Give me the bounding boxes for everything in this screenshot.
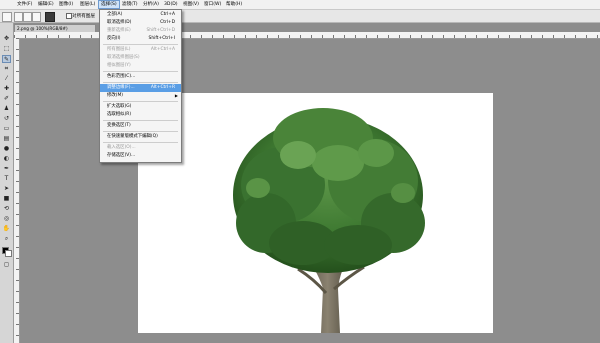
move-icon[interactable]: ✥ bbox=[2, 35, 11, 43]
menu-separator bbox=[103, 101, 178, 102]
menu-item-label: 相似图层(Y) bbox=[107, 63, 131, 68]
menu-item-shortcut: Alt+Ctrl+R bbox=[150, 85, 175, 90]
clone-stamp-icon[interactable]: ♟ bbox=[2, 105, 11, 113]
healing-brush-icon[interactable]: ✚ bbox=[2, 85, 11, 93]
menu-item-reselect[interactable]: 重新选择(E) Shift+Ctrl+D bbox=[100, 27, 181, 35]
document-canvas[interactable] bbox=[138, 93, 493, 333]
path-selection-icon[interactable]: ➤ bbox=[2, 185, 11, 193]
menu-layer[interactable]: 图层(L) bbox=[78, 1, 97, 8]
menu-item-label: 选取相似(R) bbox=[107, 112, 132, 117]
menu-separator bbox=[103, 82, 178, 83]
menu-separator bbox=[103, 142, 178, 143]
menu-item-shortcut: Shift+Ctrl+I bbox=[148, 36, 175, 41]
menu-item-label: 反向(I) bbox=[107, 36, 121, 41]
marquee-icon[interactable]: ⬚ bbox=[2, 45, 11, 53]
menu-item-load-selection[interactable]: 载入选区(O)... bbox=[100, 144, 181, 152]
brush-icon[interactable]: ✐ bbox=[2, 95, 11, 103]
tree-image bbox=[233, 108, 425, 333]
quick-mask-icon[interactable]: ◻ bbox=[2, 261, 11, 269]
menu-image[interactable]: 图像(I) bbox=[57, 1, 75, 8]
menu-item-label: 在快速蒙版模式下编辑(Q) bbox=[107, 134, 158, 139]
menu-item-save-selection[interactable]: 存储选区(V)... bbox=[100, 152, 181, 160]
menu-item-label: 存储选区(V)... bbox=[107, 153, 136, 158]
menu-edit[interactable]: 编辑(E) bbox=[36, 1, 56, 8]
ps-logo-icon bbox=[1, 1, 13, 8]
menu-separator bbox=[103, 44, 178, 45]
3d-orbit-icon[interactable]: ◎ bbox=[2, 215, 11, 223]
menu-item-all[interactable]: 全部(A) Ctrl+A bbox=[100, 11, 181, 19]
menu-item-shortcut: Ctrl+D bbox=[160, 20, 175, 25]
menu-item-all-layers[interactable]: 所有图层(L) Alt+Ctrl+A bbox=[100, 46, 181, 54]
document-tab[interactable]: 2.png @ 100%(RGB/8#) bbox=[14, 24, 96, 32]
gradient-icon[interactable]: ▤ bbox=[2, 135, 11, 143]
menu-3d[interactable]: 3D(D) bbox=[162, 1, 180, 8]
menu-item-label: 变换选区(T) bbox=[107, 123, 131, 128]
blur-icon[interactable]: ● bbox=[2, 145, 11, 153]
menu-item-label: 扩大选取(G) bbox=[107, 104, 132, 109]
select-menu-dropdown: 全部(A) Ctrl+A 取消选择(D) Ctrl+D 重新选择(E) Shift+C… bbox=[99, 9, 182, 163]
menu-item-transform-selection[interactable]: 变换选区(T) bbox=[100, 122, 181, 130]
menu-analysis[interactable]: 分析(A) bbox=[141, 1, 161, 8]
history-brush-icon[interactable]: ↺ bbox=[2, 115, 11, 123]
vertical-ruler[interactable] bbox=[14, 38, 20, 343]
menu-item-deselect-layers[interactable]: 取消选择图层(S) bbox=[100, 54, 181, 62]
background-color-swatch[interactable] bbox=[5, 250, 12, 257]
triangle-right-icon: ▶ bbox=[174, 93, 178, 98]
menu-item-label: 色彩范围(C)... bbox=[107, 74, 136, 79]
menu-item-modify[interactable]: 修改(M) ▶ bbox=[100, 92, 181, 100]
menu-item-shortcut: Alt+Ctrl+A bbox=[150, 47, 175, 52]
shape-icon[interactable]: ■ bbox=[2, 195, 11, 203]
menu-help[interactable]: 帮助(H) bbox=[224, 1, 244, 8]
menu-bar: 文件(F) 编辑(E) 图像(I) 图层(L) 选择(S) 滤镜(T) 分析(A… bbox=[0, 0, 600, 10]
menu-item-label: 重新选择(E) bbox=[107, 28, 131, 33]
menu-filter[interactable]: 滤镜(T) bbox=[120, 1, 140, 8]
hand-icon[interactable]: ✋ bbox=[2, 225, 11, 233]
menu-view[interactable]: 视图(V) bbox=[181, 1, 201, 8]
zoom-icon[interactable]: ⌕ bbox=[2, 235, 11, 243]
quick-selection-icon[interactable]: ✎ bbox=[2, 55, 11, 63]
options-bar: 对所有图层 bbox=[0, 10, 600, 23]
menu-item-deselect[interactable]: 取消选择(D) Ctrl+D bbox=[100, 19, 181, 27]
menu-item-quick-mask[interactable]: 在快速蒙版模式下编辑(Q) bbox=[100, 133, 181, 141]
toolbox: ✥ ⬚ ✎ ⌗ ⁄ ✚ ✐ ♟ ↺ ▭ ▤ ● ◐ ✒ T ➤ ■ ⟲ ◎ ✋ … bbox=[0, 23, 14, 343]
dodge-icon[interactable]: ◐ bbox=[2, 155, 11, 163]
crop-icon[interactable]: ⌗ bbox=[2, 65, 11, 73]
brush-size-picker[interactable] bbox=[45, 12, 55, 22]
add-to-selection-button[interactable] bbox=[23, 12, 32, 22]
eraser-icon[interactable]: ▭ bbox=[2, 125, 11, 133]
menu-item-label: 取消选择图层(S) bbox=[107, 55, 140, 60]
menu-item-refine-edge[interactable]: 调整边缘(F)... Alt+Ctrl+R bbox=[100, 84, 181, 92]
menu-separator bbox=[103, 71, 178, 72]
menu-item-grow[interactable]: 扩大选取(G) bbox=[100, 103, 181, 111]
menu-item-color-range[interactable]: 色彩范围(C)... bbox=[100, 73, 181, 81]
pen-icon[interactable]: ✒ bbox=[2, 165, 11, 173]
3d-rotate-icon[interactable]: ⟲ bbox=[2, 205, 11, 213]
menu-item-shortcut: Shift+Ctrl+D bbox=[146, 28, 175, 33]
menu-item-label: 载入选区(O)... bbox=[107, 145, 136, 150]
menu-separator bbox=[103, 120, 178, 121]
menu-window[interactable]: 窗口(W) bbox=[202, 1, 223, 8]
sample-all-layers-label: 对所有图层 bbox=[72, 14, 95, 19]
menu-item-similar-layers[interactable]: 相似图层(Y) bbox=[100, 62, 181, 70]
menu-separator bbox=[103, 131, 178, 132]
eyedropper-icon[interactable]: ⁄ bbox=[2, 75, 11, 83]
new-selection-button[interactable] bbox=[14, 12, 23, 22]
menu-file[interactable]: 文件(F) bbox=[15, 1, 34, 8]
menu-item-shortcut: Ctrl+A bbox=[160, 12, 176, 17]
tool-preset-picker[interactable] bbox=[2, 12, 12, 22]
menu-item-label: 调整边缘(F)... bbox=[107, 85, 135, 90]
menu-item-similar[interactable]: 选取相似(R) bbox=[100, 111, 181, 119]
menu-item-label: 全部(A) bbox=[107, 12, 123, 17]
subtract-from-selection-button[interactable] bbox=[32, 12, 41, 22]
menu-item-inverse[interactable]: 反向(I) Shift+Ctrl+I bbox=[100, 35, 181, 43]
menu-item-label: 取消选择(D) bbox=[107, 20, 132, 25]
type-icon[interactable]: T bbox=[2, 175, 11, 183]
menu-select[interactable]: 选择(S) bbox=[98, 0, 120, 9]
menu-item-label: 所有图层(L) bbox=[107, 47, 131, 52]
menu-item-label: 修改(M) bbox=[107, 93, 123, 98]
